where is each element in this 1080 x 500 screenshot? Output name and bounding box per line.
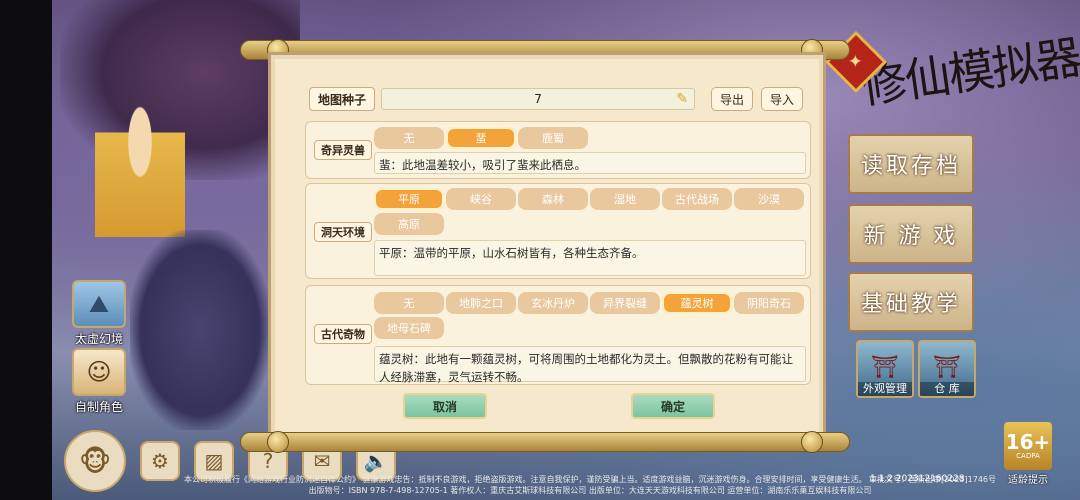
sidebar-item-label: 自制角色 [74,400,123,414]
monkey-avatar-icon[interactable]: 🐵 [64,430,126,492]
age-rating-tip: 适龄提示 [1008,475,1048,486]
left-edge-strip [0,0,52,500]
artifact-section: 古代奇物 无 地肺之口 玄冰丹炉 异界裂缝 蕴灵树 阴阳奇石 地母石碑 蕴灵树：… [305,285,811,385]
artifact-options: 无 地肺之口 玄冰丹炉 异界裂缝 蕴灵树 阴阳奇石 地母石碑 [374,292,806,339]
option-chip[interactable]: 鹿蜀 [518,127,588,149]
version-label: 1.1.2 202312160228 [870,474,965,484]
option-chip-selected[interactable]: 蜚 [446,127,516,149]
beast-section-label: 奇异灵兽 [314,140,372,160]
option-chip[interactable]: 无 [374,292,444,314]
option-chip[interactable]: 地肺之口 [446,292,516,314]
option-chip[interactable]: 高原 [374,213,444,235]
option-chip[interactable]: 玄冰丹炉 [518,292,588,314]
option-chip[interactable]: 阴阳奇石 [734,292,804,314]
artifact-description: 蕴灵树：此地有一颗蕴灵树，可将周围的土地都化为灵土。但飘散的花粉有可能让人经脉滞… [374,346,806,384]
scroll-knob [801,431,823,453]
age-rating-badge[interactable]: 16+ CADPA 适龄提示 [1004,422,1052,486]
new-game-button[interactable]: 新 游 戏 [848,204,974,264]
sidebar-item-label: 太虚幻境 [74,332,123,346]
pavilion-icon: ⛩ [871,355,899,380]
monster-illustration [130,230,270,430]
appearance-label: 外观管理 [858,382,912,396]
beast-options: 无 蜚 鹿蜀 [374,127,806,149]
character-avatar-icon: ☺ [72,348,126,396]
option-chip[interactable]: 异界裂缝 [590,292,660,314]
option-chip[interactable]: 无 [374,127,444,149]
beast-description: 蜚：此地温差较小，吸引了蜚来此栖息。 [374,152,806,174]
cancel-button[interactable]: 取消 [403,393,487,419]
settings-gear-icon[interactable]: ⚙ [140,441,180,481]
artifact-section-label: 古代奇物 [314,324,372,344]
seed-label: 地图种子 [309,87,376,111]
tutorial-button[interactable]: 基础教学 [848,272,974,332]
storehouse-icon: ⛩ [933,355,961,380]
option-chip[interactable]: 沙漠 [734,188,804,210]
import-button[interactable]: 导入 [761,87,804,111]
sidebar-item-custom-character[interactable]: ☺ 自制角色 [72,348,126,415]
seed-row: 地图种子 7 ✎ 导出 导入 [309,87,804,111]
option-chip[interactable]: 地母石碑 [374,317,444,339]
option-chip-selected[interactable]: 蕴灵树 [662,292,732,314]
sidebar-item-taixu[interactable]: ⛰ 太虚幻境 [72,280,126,347]
confirm-button[interactable]: 确定 [631,393,715,419]
option-chip-selected[interactable]: 平原 [374,188,444,210]
export-button[interactable]: 导出 [711,87,754,111]
option-chip[interactable]: 峡谷 [446,188,516,210]
environment-section: 洞天环境 平原 峡谷 森林 湿地 古代战场 沙漠 高原 平原：温带的平原，山水石… [305,183,811,279]
map-settings-dialog: 地图种子 7 ✎ 导出 导入 奇异灵兽 无 蜚 鹿蜀 蜚：此地温差较小，吸引了蜚… [268,52,826,442]
environment-description: 平原：温带的平原，山水石树皆有，各种生态齐备。 [374,240,806,276]
game-logo: 修仙模拟器 ✦ [820,28,1080,114]
beast-section: 奇异灵兽 无 蜚 鹿蜀 蜚：此地温差较小，吸引了蜚来此栖息。 [305,121,811,179]
appearance-button[interactable]: ⛩ 外观管理 [856,340,914,398]
option-chip[interactable]: 古代战场 [662,188,732,210]
pencil-edit-icon[interactable]: ✎ [676,91,688,107]
seed-input[interactable]: 7 ✎ [381,88,696,110]
load-save-button[interactable]: 读取存档 [848,134,974,194]
option-chip[interactable]: 湿地 [590,188,660,210]
seed-value: 7 [534,92,542,106]
age-rating-org: CADPA [1016,451,1040,460]
mountain-icon: ⛰ [72,280,126,328]
warehouse-label: 仓 库 [920,382,974,396]
warehouse-button[interactable]: ⛩ 仓 库 [918,340,976,398]
scroll-rod-bottom [240,431,850,453]
age-rating-number: 16+ [1005,429,1051,454]
environment-section-label: 洞天环境 [314,222,372,242]
environment-options: 平原 峡谷 森林 湿地 古代战场 沙漠 高原 [374,188,806,235]
scroll-knob [267,431,289,453]
option-chip[interactable]: 森林 [518,188,588,210]
